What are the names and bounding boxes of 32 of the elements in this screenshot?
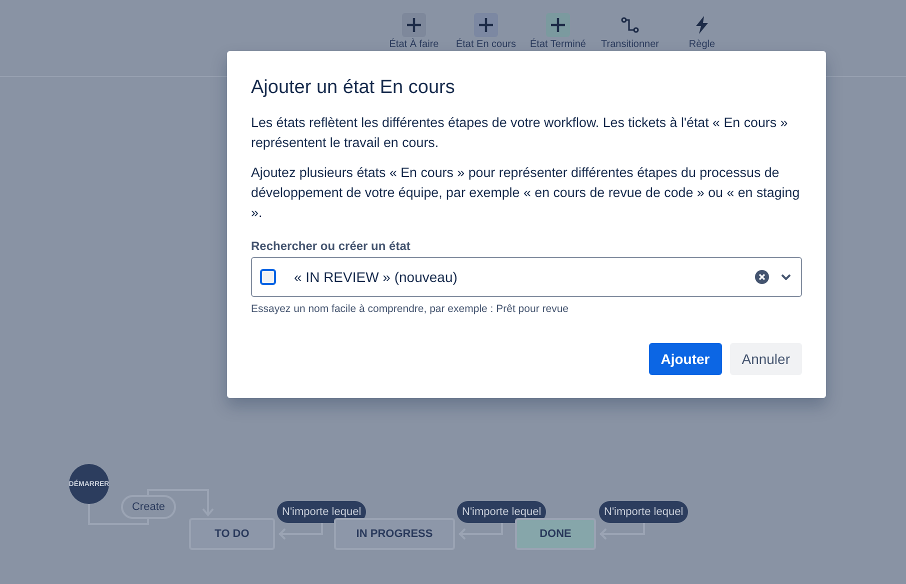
toolbar-label: Règle bbox=[688, 39, 716, 50]
status-node[interactable]: TO DO bbox=[189, 518, 275, 550]
select-value: « IN REVIEW » (nouveau) bbox=[294, 269, 458, 285]
toolbar-label: État À faire bbox=[389, 39, 439, 50]
transition-label[interactable]: Create bbox=[121, 495, 176, 519]
plus-icon[interactable] bbox=[546, 13, 570, 37]
description-text: Ajoutez plusieurs états « En cours » pour représenter différentes étapes du processus de développement de votre équipe, par exemple « en cours de revue de code » ou « en staging ». bbox=[251, 164, 801, 222]
status-node[interactable]: IN PROGRESS bbox=[334, 518, 455, 550]
transition-label[interactable]: N'importe lequel bbox=[457, 501, 546, 523]
plus-icon[interactable] bbox=[474, 13, 498, 37]
field-label: Rechercher ou créer un état bbox=[251, 239, 412, 253]
transition-label[interactable]: N'importe lequel bbox=[599, 501, 688, 523]
clear-icon[interactable] bbox=[755, 270, 769, 284]
status-node[interactable]: DONE bbox=[515, 518, 596, 550]
lightning-icon[interactable] bbox=[695, 16, 709, 34]
transition-label[interactable]: N'importe lequel bbox=[277, 501, 366, 523]
transition-icon[interactable] bbox=[621, 16, 639, 34]
toolbar-label: Transitionner bbox=[601, 39, 659, 50]
transition-connector bbox=[458, 523, 503, 540]
plus-icon[interactable] bbox=[402, 13, 426, 37]
add-button[interactable]: Ajouter bbox=[648, 343, 722, 375]
toolbar-label: État En cours bbox=[456, 39, 516, 50]
cancel-button[interactable]: Annuler bbox=[730, 343, 802, 375]
dialog-title: Ajouter un état En cours bbox=[251, 77, 456, 99]
chevron-down-icon[interactable] bbox=[781, 274, 791, 280]
helper-text: Essayez un nom facile à comprendre, par exemple : Prêt pour revue bbox=[251, 303, 570, 315]
status-select[interactable]: « IN REVIEW » (nouveau) bbox=[251, 257, 802, 297]
transition-connector bbox=[278, 523, 323, 540]
checkbox[interactable] bbox=[260, 269, 276, 285]
description-text: Les états reflètent les différentes étapes de votre workflow. Les tickets à l'état « En cours » représentent le travail en cours. bbox=[251, 114, 789, 152]
transition-connector bbox=[600, 523, 645, 540]
toolbar-label: État Terminé bbox=[530, 39, 586, 50]
